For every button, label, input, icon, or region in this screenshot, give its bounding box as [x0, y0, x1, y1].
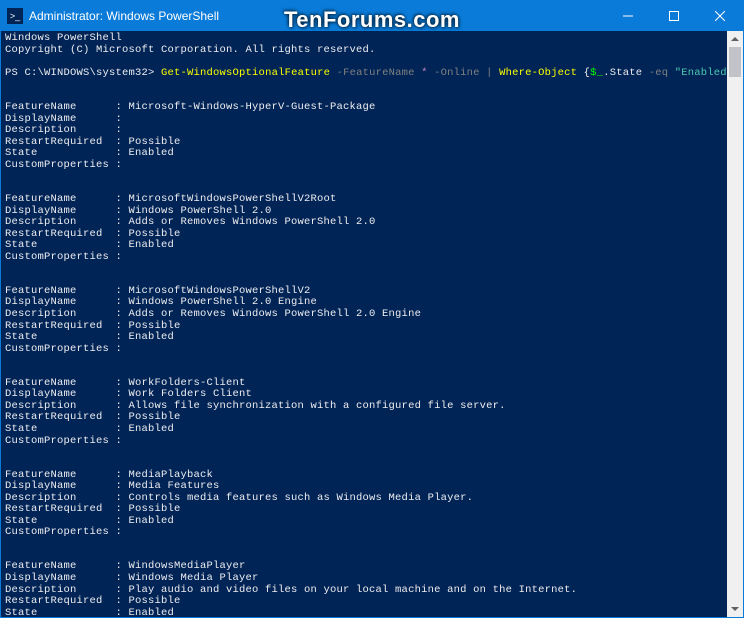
maximize-icon	[669, 11, 679, 21]
header-line-1: Windows PowerShell	[5, 32, 122, 44]
display-name-line: DisplayName : Media Features	[5, 481, 739, 493]
prompt-line: PS C:\WINDOWS\system32> Get-WindowsOptio…	[5, 67, 740, 79]
chevron-down-icon	[731, 607, 739, 611]
feature-name-line: FeatureName : MicrosoftWindowsPowerShell…	[5, 194, 739, 206]
description-line: Description : Adds or Removes Windows Po…	[5, 309, 739, 321]
header-line-2: Copyright (C) Microsoft Corporation. All…	[5, 44, 376, 56]
feature-block: FeatureName : MicrosoftWindowsPowerShell…	[5, 286, 739, 355]
close-button[interactable]	[697, 1, 743, 31]
feature-block: FeatureName : WindowsMediaPlayerDisplayN…	[5, 561, 739, 617]
minimize-button[interactable]	[605, 1, 651, 31]
console-output: Windows PowerShell Copyright (C) Microso…	[1, 31, 743, 617]
feature-block: FeatureName : MicrosoftWindowsPowerShell…	[5, 194, 739, 263]
powershell-icon: >_	[7, 8, 23, 24]
maximize-button[interactable]	[651, 1, 697, 31]
state-line: State : Enabled	[5, 332, 739, 344]
display-name-line: DisplayName : Windows Media Player	[5, 573, 739, 585]
titlebar[interactable]: >_ Administrator: Windows PowerShell	[1, 1, 743, 31]
restart-required-line: RestartRequired : Possible	[5, 596, 739, 608]
powershell-window: >_ Administrator: Windows PowerShell Win…	[0, 0, 744, 618]
custom-properties-line: CustomProperties :	[5, 160, 739, 172]
scroll-track[interactable]	[727, 47, 743, 601]
custom-properties-line: CustomProperties :	[5, 527, 739, 539]
window-title: Administrator: Windows PowerShell	[29, 9, 219, 23]
custom-properties-line: CustomProperties :	[5, 344, 739, 356]
feature-block: FeatureName : WorkFolders-ClientDisplayN…	[5, 378, 739, 447]
vertical-scrollbar[interactable]	[727, 31, 743, 617]
state-line: State : Enabled	[5, 424, 739, 436]
scroll-up-button[interactable]	[727, 31, 743, 47]
scroll-thumb[interactable]	[729, 47, 741, 77]
window-controls	[605, 1, 743, 31]
chevron-up-icon	[731, 37, 739, 41]
custom-properties-line: CustomProperties :	[5, 252, 739, 264]
console-body[interactable]: Windows PowerShell Copyright (C) Microso…	[1, 31, 743, 617]
custom-properties-line: CustomProperties :	[5, 436, 739, 448]
feature-block: FeatureName : MediaPlaybackDisplayName :…	[5, 470, 739, 539]
close-icon	[715, 11, 725, 21]
minimize-icon	[623, 11, 633, 21]
scroll-down-button[interactable]	[727, 601, 743, 617]
state-line: State : Enabled	[5, 608, 739, 617]
feature-block: FeatureName : Microsoft-Windows-HyperV-G…	[5, 102, 739, 171]
